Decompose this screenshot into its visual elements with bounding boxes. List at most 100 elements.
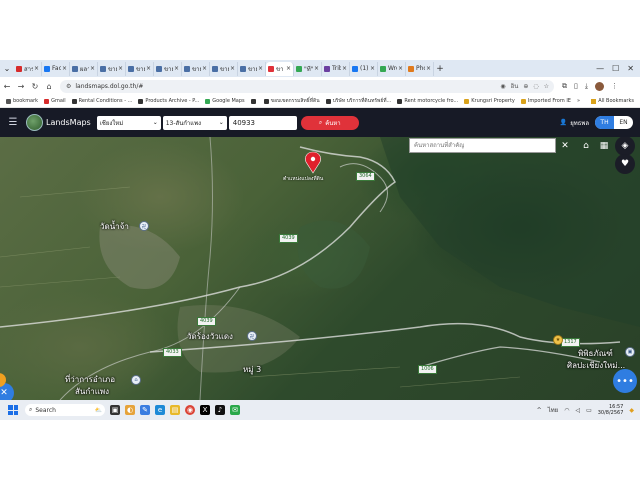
tab-close-icon[interactable]: × [90,65,95,72]
tab-close-icon[interactable]: × [398,65,403,72]
browser-tab[interactable]: สาร × [14,61,42,76]
chat-icon[interactable]: ✎ [140,405,150,415]
tab-close-icon[interactable]: × [230,65,235,72]
bookmark-item[interactable]: บริษัท บริการที่ดินทรัพย์ที่... [325,97,391,105]
clear-search-icon[interactable]: ✕ [557,138,573,153]
line-icon[interactable]: ✉ [230,405,240,415]
bookmark-item[interactable]: Products Archive - P... [138,97,199,105]
hamburger-menu-icon[interactable]: ☰ [3,117,23,128]
home-map-icon[interactable]: ⌂ [578,138,594,153]
chrome-icon[interactable]: ◉ [185,405,195,415]
clock[interactable]: 16:57 30/8/2567 [598,404,624,416]
tab-close-icon[interactable]: × [146,65,151,72]
edge-icon[interactable]: e [155,405,165,415]
parcel-number-input[interactable] [228,115,297,130]
chevron-up-icon[interactable]: ^ [537,407,542,414]
notification-icon[interactable]: ◆ [629,407,634,414]
government-icon[interactable]: ⌂ [131,375,141,385]
menu-icon[interactable]: ⋮ [611,82,618,90]
tab-close-icon[interactable]: × [370,65,375,72]
language-indicator[interactable]: ไทย [548,405,559,415]
all-bookmarks[interactable]: All Bookmarks [591,98,634,104]
temple-icon[interactable]: 卍 [139,221,149,231]
back-icon[interactable]: ← [0,82,14,91]
sidebar-icon[interactable]: ▯ [574,82,578,90]
taskbar-search[interactable]: ⌕ Search ⛅ [25,404,105,416]
site-info-icon[interactable]: ⚙ [66,83,71,90]
browser-tab[interactable]: ขาย× [238,61,266,76]
tab-close-icon[interactable]: × [286,65,291,72]
file-explorer-icon[interactable]: ▤ [170,405,180,415]
tab-close-icon[interactable]: × [34,65,39,72]
browser-tab[interactable]: ขาย× [126,61,154,76]
temple-icon[interactable]: 卍 [247,331,257,341]
bookmark-item[interactable]: Krungsri Property [464,97,515,105]
wifi-icon[interactable]: ◠ [564,407,569,414]
browser-tab[interactable]: Face× [42,61,70,76]
minimize-icon[interactable]: — [596,64,604,73]
tab-close-icon[interactable]: × [174,65,179,72]
tab-close-icon[interactable]: × [426,65,431,72]
favorite-icon[interactable]: ♥ [615,154,635,174]
user-menu[interactable]: 👤 ยุทธพล [560,118,589,128]
satellite-map[interactable]: ✕ ⌂ ▦ ◈ ♥ ตำแหน่งแปลงที่ดิน 3064 4039 40… [0,137,640,400]
bookmark-item[interactable]: Rental Conditions - ... [71,97,132,105]
forward-icon[interactable]: → [14,82,28,91]
district-select[interactable]: 13-สันกำแพง ⌄ [162,115,227,130]
search-button[interactable]: ⌕ ค้นหา [300,115,359,130]
task-view-icon[interactable]: ▣ [110,405,120,415]
browser-tab[interactable]: Pho× [406,61,434,76]
bookmark-item[interactable]: Rent motorcycle fro... [397,97,458,105]
browser-tab[interactable]: ขา × [266,61,294,76]
home-icon[interactable]: ⌂ [42,82,56,91]
download-icon[interactable]: ⤓ [585,82,588,91]
browser-tab[interactable]: ขาย× [182,61,210,76]
browser-tab[interactable]: ขาย× [154,61,182,76]
browser-tab[interactable]: Wro× [378,61,406,76]
reload-icon[interactable]: ↻ [28,82,42,91]
bookmark-item[interactable]: ขอบเขตกรรมสิทธิ์ที่ดิน [263,97,320,105]
bookmark-item[interactable]: Google Maps [205,97,245,105]
extensions-icon[interactable]: ⧉ [562,82,567,91]
browser-tab[interactable]: (1) × [350,61,378,76]
tab-close-icon[interactable]: × [258,65,263,72]
tab-close-icon[interactable]: × [342,65,347,72]
speaker-icon[interactable]: ◁ [575,407,580,414]
grid-icon[interactable]: ▦ [596,138,612,153]
x-icon[interactable]: X [200,405,210,415]
parcel-marker[interactable] [305,151,321,174]
close-window-icon[interactable]: ✕ [627,64,634,73]
museum-icon[interactable]: ▣ [625,347,635,357]
translate-label[interactable]: อิน [511,81,519,91]
tab-close-icon[interactable]: × [62,65,67,72]
browser-tab[interactable]: ขาย× [98,61,126,76]
tab-close-icon[interactable]: × [314,65,319,72]
url-field[interactable]: ⚙ landsmaps.dol.go.th/# ◉ อิน ⊕ ◌ ☆ [60,79,554,93]
place-search-input[interactable] [409,138,556,153]
new-tab-button[interactable]: + [434,64,446,74]
start-button[interactable] [8,405,18,415]
more-actions-button[interactable]: ••• [613,369,637,393]
location-icon[interactable]: ◉ [500,83,505,90]
maximize-icon[interactable]: ☐ [612,64,619,73]
browser-tab[interactable]: ผลา × [70,61,98,76]
bookmark-item[interactable]: bookmark [6,97,38,105]
widgets-icon[interactable]: ◐ [125,405,135,415]
tiktok-icon[interactable]: ♪ [215,405,225,415]
attraction-icon[interactable]: ★ [553,335,563,345]
tab-search-icon[interactable]: ⌄ [0,62,14,76]
bookmark-item[interactable] [250,97,258,105]
bookmark-item[interactable]: Gmail [44,97,66,105]
tab-close-icon[interactable]: × [118,65,123,72]
profile-avatar[interactable] [594,81,604,91]
browser-tab[interactable]: "ที" × [294,61,322,76]
zoom-icon[interactable]: ⊕ [523,83,528,90]
lang-en-button[interactable]: EN [614,116,633,129]
eye-off-icon[interactable]: ◌ [533,83,538,90]
bookmarks-more[interactable]: » [577,98,580,104]
star-icon[interactable]: ☆ [544,83,549,90]
bookmark-item[interactable]: Imported From IE [520,97,571,105]
battery-icon[interactable]: ▭ [586,407,592,414]
lang-th-button[interactable]: TH [595,116,614,129]
tab-close-icon[interactable]: × [202,65,207,72]
